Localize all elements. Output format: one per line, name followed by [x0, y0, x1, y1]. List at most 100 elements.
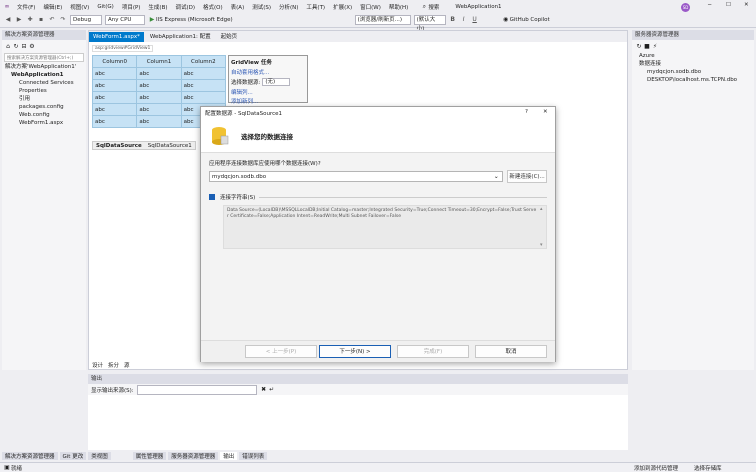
- menu-test[interactable]: 测试(S): [252, 3, 271, 11]
- browser-combo[interactable]: (浏览器/刷新页...): [354, 15, 411, 25]
- datasource-sqldatasource[interactable]: SqlDataSource: [93, 143, 145, 149]
- choose-datasource-label: 选择数据源:: [231, 80, 261, 86]
- tree-item-connection-1[interactable]: mydqcjon.sodb.dbo: [635, 68, 751, 76]
- conn-string-label: 连接字符串(S): [220, 195, 256, 201]
- menu-edit[interactable]: 编辑(E): [43, 3, 62, 11]
- menu-search[interactable]: 搜索: [428, 3, 439, 11]
- platform-combo[interactable]: Any CPU: [105, 15, 145, 25]
- back-icon[interactable]: ◀: [4, 16, 12, 24]
- bottom-tab-class-view[interactable]: 类视图: [88, 452, 111, 460]
- connect-icon[interactable]: ⚡: [651, 43, 659, 51]
- tree-item-webform1[interactable]: WebForm1.aspx: [5, 119, 86, 127]
- tab-start-page[interactable]: 起始页: [217, 32, 242, 42]
- maximize-icon[interactable]: ☐: [726, 2, 731, 8]
- datasource-sqldatasource1[interactable]: SqlDataSource1: [145, 143, 195, 149]
- tree-item-connection-2[interactable]: DESKTOP\localhost.ms.TCPN.dbo: [635, 76, 751, 84]
- select-repository[interactable]: 选择存储库: [694, 464, 722, 472]
- new-item-icon[interactable]: ✚: [26, 16, 34, 24]
- clear-icon[interactable]: ✖: [260, 386, 268, 394]
- menu-git[interactable]: Git(G): [97, 4, 114, 10]
- solution-search-input[interactable]: 搜索解决方案资源管理器(Ctrl+;): [4, 53, 84, 62]
- search-icon[interactable]: ⌕: [420, 3, 428, 11]
- server-explorer-title: 服务器资源管理器: [632, 30, 754, 40]
- edit-columns-link[interactable]: 编辑列...: [231, 88, 305, 96]
- wrap-icon[interactable]: ↵: [268, 386, 276, 394]
- view-split-tab[interactable]: 拆分: [108, 361, 119, 369]
- menu-tools[interactable]: 工具(T): [306, 3, 325, 11]
- view-source-tab[interactable]: 源: [124, 361, 130, 369]
- bottom-tab-error-list[interactable]: 错误列表: [239, 452, 268, 460]
- scroll-down-icon[interactable]: ▾: [540, 242, 546, 248]
- bottom-tab-server-explorer[interactable]: 服务器资源管理器: [168, 452, 219, 460]
- expand-toggle-icon[interactable]: [209, 194, 215, 200]
- tab-config[interactable]: WebApplication1: 配置: [146, 32, 215, 42]
- tree-item-solution[interactable]: 解决方案'WebApplication1': [5, 63, 86, 71]
- cancel-button[interactable]: 取消: [475, 345, 547, 358]
- tree-item-references[interactable]: 引用: [5, 95, 86, 103]
- settings-icon[interactable]: ⚙: [28, 43, 36, 51]
- font-size-combo[interactable]: (默认大小): [413, 15, 446, 32]
- save-icon[interactable]: ▪: [37, 16, 45, 24]
- bottom-tab-git-changes[interactable]: Git 更改: [59, 452, 87, 460]
- autoformat-link[interactable]: 自动套用格式...: [231, 68, 305, 76]
- add-to-source-control[interactable]: 添加到源代码管理: [634, 464, 678, 472]
- dialog-close-icon[interactable]: ✕: [543, 109, 548, 115]
- tree-item-azure[interactable]: Azure: [635, 52, 751, 60]
- menu-help[interactable]: 帮助(H): [389, 3, 408, 11]
- collapse-icon[interactable]: ⊟: [20, 43, 28, 51]
- tab-webform1[interactable]: WebForm1.aspx*: [89, 31, 144, 42]
- refresh-icon[interactable]: ↻: [635, 43, 643, 51]
- config-combo[interactable]: Debug: [70, 15, 102, 25]
- redo-icon[interactable]: ↷: [59, 16, 67, 24]
- view-design-tab[interactable]: 设计: [92, 361, 103, 369]
- refresh-icon[interactable]: ↻: [12, 43, 20, 51]
- finish-button[interactable]: 完成(F): [397, 345, 469, 358]
- bottom-tab-solution-explorer[interactable]: 解决方案资源管理器: [2, 452, 58, 460]
- minimize-icon[interactable]: ─: [708, 2, 711, 8]
- bottom-tab-property-manager[interactable]: 属性管理器: [132, 452, 167, 460]
- stop-icon[interactable]: ■: [643, 43, 651, 51]
- connection-combo[interactable]: mydqcjon.sodb.dbo ⌄: [209, 171, 504, 182]
- next-button[interactable]: 下一步(N) >: [319, 345, 391, 358]
- bottom-tab-output[interactable]: 输出: [220, 452, 238, 460]
- menu-view[interactable]: 视图(V): [70, 3, 89, 11]
- editor-bottom-tabs: 设计 拆分 源: [92, 361, 130, 369]
- menu-file[interactable]: 文件(F): [17, 3, 35, 11]
- tree-item-web-config[interactable]: Web.config: [5, 111, 86, 119]
- output-source-combo[interactable]: [136, 384, 257, 395]
- tree-item-packages-config[interactable]: packages.config: [5, 103, 86, 111]
- chevron-down-icon: ⌄: [493, 172, 499, 180]
- grid-header-col0: Column0: [91, 55, 138, 68]
- avatar[interactable]: SD: [681, 3, 690, 12]
- choose-datasource-combo[interactable]: (无): [262, 78, 291, 86]
- home-icon[interactable]: ⌂: [4, 43, 12, 51]
- menu-analyze[interactable]: 分析(N): [279, 3, 298, 11]
- tree-item-project[interactable]: WebApplication1: [5, 71, 86, 79]
- play-icon[interactable]: ▶: [148, 16, 156, 24]
- menu-build[interactable]: 生成(B): [148, 3, 167, 11]
- conn-string-scrollbar[interactable]: ▴ ▾: [540, 206, 546, 248]
- menu-project[interactable]: 项目(P): [122, 3, 141, 11]
- run-button[interactable]: IIS Express (Microsoft Edge): [156, 17, 233, 23]
- menu-table[interactable]: 表(A): [231, 3, 245, 11]
- forward-icon[interactable]: ▶: [15, 16, 23, 24]
- tree-item-connected-services[interactable]: Connected Services: [5, 79, 86, 87]
- menu-debug[interactable]: 调试(D): [176, 3, 196, 11]
- undo-icon[interactable]: ↶: [48, 16, 56, 24]
- tree-item-data-connections[interactable]: 数据连接: [635, 60, 751, 68]
- menu-extensions[interactable]: 扩展(X): [333, 3, 352, 11]
- italic-icon[interactable]: I: [460, 16, 468, 24]
- scroll-up-icon[interactable]: ▴: [540, 206, 546, 212]
- dialog-help-icon[interactable]: ?: [525, 109, 528, 115]
- bold-icon[interactable]: B: [449, 16, 457, 24]
- add-column-link[interactable]: 添加新列...: [231, 97, 305, 105]
- close-icon[interactable]: ✕: [744, 2, 749, 8]
- copilot-button[interactable]: GitHub Copilot: [510, 17, 550, 23]
- conn-string-box[interactable]: Data Source=(LocalDB)\MSSQLLocalDB;Initi…: [223, 205, 547, 249]
- prev-button[interactable]: < 上一步(P): [245, 345, 317, 358]
- menu-window[interactable]: 窗口(W): [360, 3, 381, 11]
- tree-item-properties[interactable]: Properties: [5, 87, 86, 95]
- underline-icon[interactable]: U: [471, 16, 479, 24]
- menu-format[interactable]: 格式(O): [203, 3, 223, 11]
- new-connection-button[interactable]: 新建连接(C)...: [507, 170, 547, 183]
